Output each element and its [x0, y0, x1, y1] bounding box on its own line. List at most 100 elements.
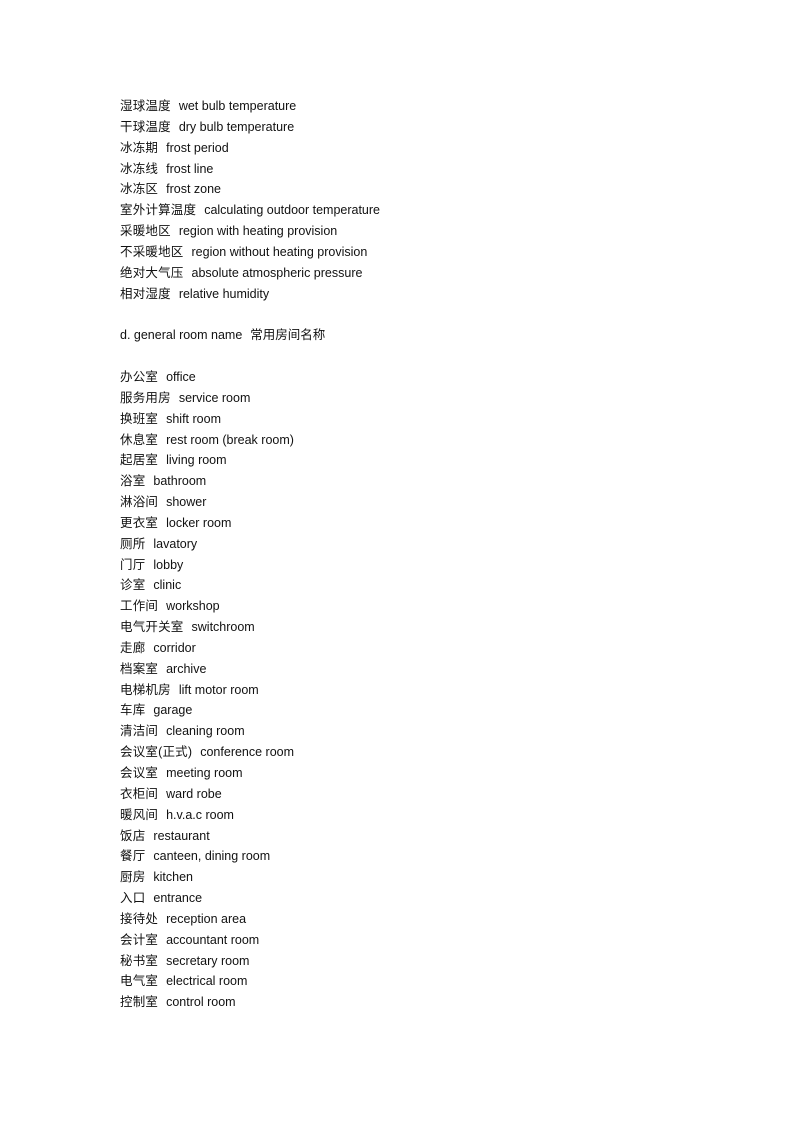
- term-english: garage: [153, 703, 193, 718]
- term-english: reception area: [166, 911, 247, 926]
- term-row: 淋浴间 shower: [120, 492, 720, 513]
- term-chinese: 淋浴间: [120, 495, 159, 510]
- term-row: 相对湿度 relative humidity: [120, 284, 720, 305]
- term-chinese: 电气开关室: [120, 620, 184, 635]
- term-row: 秘书室 secretary room: [120, 951, 720, 972]
- room-names-list: 办公室 office 服务用房 service room 换班室 shift room 休息…: [120, 367, 720, 1013]
- term-english: kitchen: [153, 870, 194, 885]
- term-english: rest room (break room): [166, 432, 294, 447]
- term-row: 控制室 control room: [120, 992, 720, 1013]
- term-english: clinic: [153, 578, 182, 593]
- term-row: 档案室 archive: [120, 659, 720, 680]
- term-chinese: 门厅: [120, 557, 146, 572]
- term-chinese: 会议室: [120, 766, 159, 780]
- term-chinese: 办公室: [120, 369, 159, 384]
- term-chinese: 电气室: [120, 974, 159, 989]
- term-english: restaurant: [153, 828, 210, 843]
- term-row: 清洁间 cleaning room: [120, 721, 720, 742]
- term-row: 电气开关室 switchroom: [120, 617, 720, 638]
- term-row: 暖风间 h.v.a.c room: [120, 805, 720, 826]
- term-row: 会议室(正式) conference room: [120, 742, 720, 763]
- term-chinese: 工作间: [120, 599, 159, 614]
- term-english: secretary room: [166, 953, 250, 968]
- term-row: 车库 garage: [120, 700, 720, 721]
- term-english: bathroom: [153, 474, 207, 489]
- term-english: office: [166, 369, 196, 384]
- term-chinese: 厨房: [120, 870, 146, 885]
- term-chinese: 冰冻线: [120, 161, 159, 176]
- term-english: corridor: [153, 640, 196, 655]
- term-chinese: 会议室(正式): [120, 745, 193, 760]
- term-row: 采暖地区 region with heating provision: [120, 221, 720, 242]
- term-row: 工作间 workshop: [120, 596, 720, 617]
- term-chinese: 控制室: [120, 995, 159, 1010]
- section-heading: d. general room name 常用房间名称: [120, 325, 720, 346]
- term-chinese: 走廊: [120, 640, 146, 655]
- term-chinese: 起居室: [120, 453, 159, 468]
- term-row: 会计室 accountant room: [120, 930, 720, 951]
- term-chinese: 浴室: [120, 474, 146, 489]
- term-chinese: 冰冻区: [120, 182, 159, 197]
- term-english: dry bulb temperature: [178, 119, 295, 134]
- term-row: 室外计算温度 calculating outdoor temperature: [120, 200, 720, 221]
- term-row: 入口 entrance: [120, 888, 720, 909]
- term-english: cleaning room: [166, 724, 245, 739]
- term-row: 门厅 lobby: [120, 555, 720, 576]
- term-english: control room: [166, 995, 236, 1010]
- term-english: lift motor room: [178, 682, 259, 697]
- term-english: shower: [166, 495, 207, 510]
- term-row: 厨房 kitchen: [120, 867, 720, 888]
- term-english: locker room: [166, 515, 232, 530]
- term-row: 会议室 meeting room: [120, 763, 720, 784]
- term-row: 干球温度 dry bulb temperature: [120, 117, 720, 138]
- term-row: 换班室 shift room: [120, 409, 720, 430]
- term-english: living room: [166, 453, 227, 468]
- term-chinese: 清洁间: [120, 724, 159, 739]
- term-row: 餐厅 canteen, dining room: [120, 846, 720, 867]
- section-heading-zh: 常用房间名称: [250, 328, 326, 343]
- term-row: 更衣室 locker room: [120, 513, 720, 534]
- term-chinese: 相对湿度: [120, 286, 171, 301]
- term-row: 电梯机房 lift motor room: [120, 680, 720, 701]
- term-english: calculating outdoor temperature: [204, 203, 381, 218]
- term-english: lavatory: [153, 536, 198, 551]
- term-english: archive: [166, 661, 207, 676]
- term-row: 冰冻线 frost line: [120, 159, 720, 180]
- term-chinese: 入口: [120, 891, 146, 906]
- term-chinese: 室外计算温度: [120, 203, 197, 218]
- term-row: 冰冻区 frost zone: [120, 179, 720, 200]
- term-chinese: 暖风间: [120, 807, 159, 822]
- term-english: entrance: [153, 891, 203, 906]
- term-english: relative humidity: [178, 286, 270, 301]
- term-chinese: 档案室: [120, 661, 159, 676]
- term-row: 走廊 corridor: [120, 638, 720, 659]
- term-chinese: 绝对大气压: [120, 265, 184, 280]
- term-chinese: 秘书室: [120, 953, 159, 968]
- term-english: h.v.a.c room: [166, 807, 234, 822]
- term-row: 不采暖地区 region without heating provision: [120, 242, 720, 263]
- climate-terms-list: 湿球温度 wet bulb temperature 干球温度 dry bulb tem…: [120, 96, 720, 304]
- term-english: meeting room: [166, 766, 243, 780]
- document-page: 湿球温度 wet bulb temperature 干球温度 dry bulb tem…: [120, 96, 720, 1013]
- term-row: 湿球温度 wet bulb temperature: [120, 96, 720, 117]
- term-chinese: 餐厅: [120, 849, 146, 864]
- term-row: 饭店 restaurant: [120, 826, 720, 847]
- term-row: 浴室 bathroom: [120, 471, 720, 492]
- term-row: 接待处 reception area: [120, 909, 720, 930]
- term-row: 办公室 office: [120, 367, 720, 388]
- term-chinese: 冰冻期: [120, 140, 159, 155]
- term-english: frost period: [166, 140, 229, 155]
- term-english: workshop: [166, 599, 220, 614]
- term-english: ward robe: [166, 786, 222, 801]
- term-english: electrical room: [166, 974, 248, 989]
- term-chinese: 饭店: [120, 828, 146, 843]
- term-row: 绝对大气压 absolute atmospheric pressure: [120, 263, 720, 284]
- term-chinese: 采暖地区: [120, 224, 171, 239]
- term-chinese: 电梯机房: [120, 682, 171, 697]
- term-row: 服务用房 service room: [120, 388, 720, 409]
- term-english: switchroom: [191, 620, 255, 635]
- term-row: 电气室 electrical room: [120, 971, 720, 992]
- term-row: 衣柜间 ward robe: [120, 784, 720, 805]
